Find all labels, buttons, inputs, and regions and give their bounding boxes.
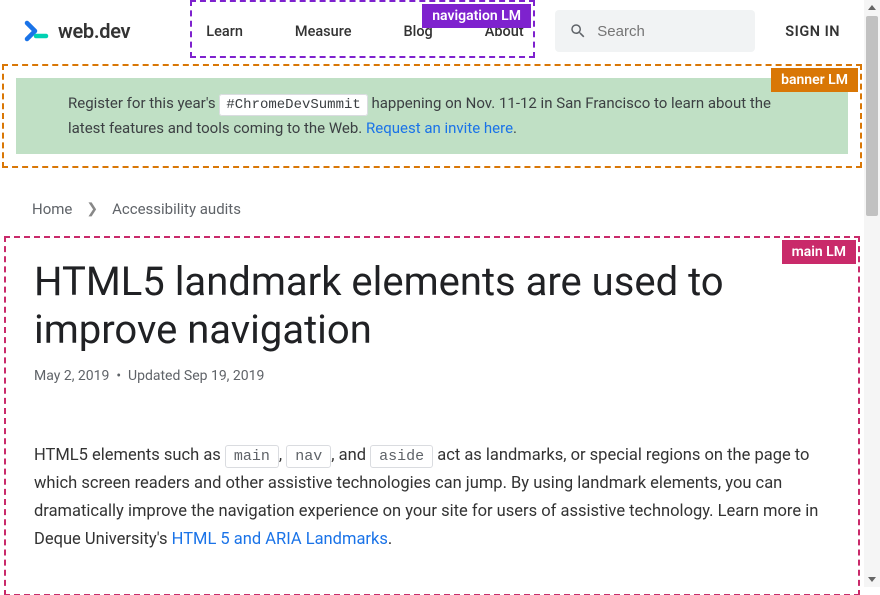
scroll-down-icon[interactable] <box>868 577 876 582</box>
vertical-scrollbar[interactable] <box>864 0 880 587</box>
scrollbar-thumb[interactable] <box>866 16 878 216</box>
nav-measure[interactable]: Measure <box>269 3 378 60</box>
updated-date: Sep 19, 2019 <box>184 368 265 384</box>
logo[interactable]: web.dev <box>24 15 130 47</box>
breadcrumb-home[interactable]: Home <box>32 200 72 218</box>
article: HTML5 landmark elements are used to impr… <box>6 238 858 574</box>
signin-button[interactable]: SIGN IN <box>785 23 840 40</box>
banner-invite-link[interactable]: Request an invite here <box>366 119 513 137</box>
breadcrumb-current[interactable]: Accessibility audits <box>112 200 241 218</box>
landmark-label-banner: banner LM <box>771 68 858 92</box>
updated-label: Updated <box>128 368 180 384</box>
primary-nav: Learn Measure Blog About <box>180 3 549 60</box>
landmark-overlay-banner: banner LM Register for this year's #Chro… <box>2 64 862 168</box>
banner-hashtag[interactable]: #ChromeDevSummit <box>219 94 367 116</box>
nav-about[interactable]: About <box>459 3 550 60</box>
landmark-overlay-main: main LM HTML5 landmark elements are used… <box>4 236 860 595</box>
chevron-right-icon: ❯ <box>86 201 98 217</box>
nav-learn[interactable]: Learn <box>180 3 269 60</box>
code-nav: nav <box>286 445 331 468</box>
published-date: May 2, 2019 <box>34 368 109 384</box>
announcement-banner: Register for this year's #ChromeDevSummi… <box>16 78 848 154</box>
breadcrumb: Home ❯ Accessibility audits <box>0 168 864 226</box>
article-dates: May 2, 2019 • Updated Sep 19, 2019 <box>34 368 830 384</box>
logo-text: web.dev <box>58 19 130 43</box>
banner-text-1: Register for this year's <box>68 94 216 112</box>
aria-landmarks-link[interactable]: HTML 5 and ARIA Landmarks <box>172 530 388 549</box>
webdev-logo-icon <box>24 15 52 47</box>
nav-blog[interactable]: Blog <box>377 3 458 60</box>
search-input[interactable] <box>597 23 741 40</box>
scroll-up-icon[interactable] <box>868 5 876 10</box>
code-aside: aside <box>370 445 433 468</box>
page-title: HTML5 landmark elements are used to impr… <box>34 258 830 354</box>
search-box[interactable] <box>555 10 755 52</box>
banner-text-3: . <box>513 119 517 137</box>
landmark-label-main: main LM <box>782 240 856 264</box>
search-icon <box>569 22 587 40</box>
code-main: main <box>225 445 279 468</box>
article-paragraph-1: HTML5 elements such as main, nav, and as… <box>34 442 830 554</box>
header: web.dev Learn Measure Blog About navigat… <box>0 0 864 62</box>
